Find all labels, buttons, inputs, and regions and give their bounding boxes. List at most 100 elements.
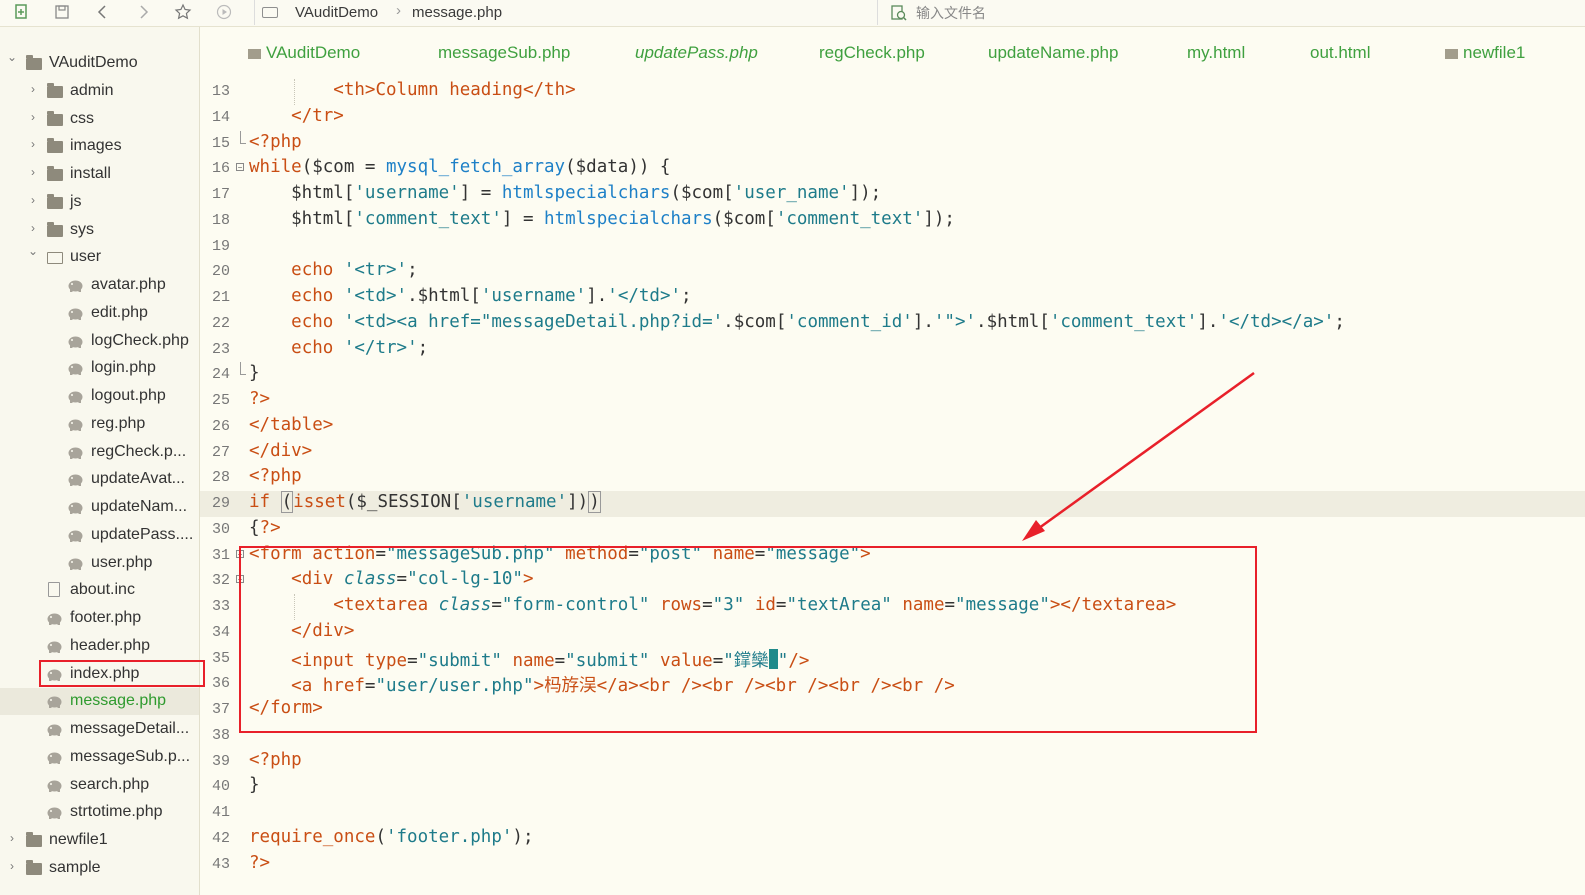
new-file-icon[interactable] [12, 3, 32, 23]
tree-item-label: admin [70, 81, 114, 99]
tree-item-css[interactable]: › css [0, 106, 199, 133]
code-line[interactable]: 17 $html['username'] = htmlspecialchars(… [200, 182, 1585, 208]
code-line[interactable]: 18 $html['comment_text'] = htmlspecialch… [200, 208, 1585, 234]
tree-item-updatenam[interactable]: updateNam... [0, 494, 199, 521]
tree-item-user-php[interactable]: user.php [0, 550, 199, 577]
tree-item-vauditdemo[interactable]: ⌄ VAuditDemo [0, 50, 199, 77]
save-icon[interactable] [52, 3, 72, 23]
code-line[interactable]: 14 </tr> [200, 105, 1585, 131]
code-line[interactable]: 15 <?php [200, 130, 1585, 157]
code-token: </th> [522, 80, 576, 100]
tree-item-strtotime-php[interactable]: strtotime.php [0, 799, 199, 826]
tree-item-updateavat[interactable]: updateAvat... [0, 466, 199, 493]
code-token: ($data)) { [565, 157, 671, 178]
tree-item-footer-php[interactable]: footer.php [0, 605, 199, 632]
code-line[interactable]: 41 [200, 800, 1585, 826]
tree-item-edit-php[interactable]: edit.php [0, 300, 199, 327]
code-line[interactable]: 30 {?> [200, 517, 1585, 543]
chevron-right-icon[interactable]: › [6, 859, 18, 873]
code-line[interactable]: 22 echo '<td><a href="messageDetail.php?… [200, 311, 1585, 337]
code-token: require_once [249, 826, 376, 847]
chevron-right-icon[interactable]: › [27, 82, 39, 96]
tree-item-login-php[interactable]: login.php [0, 355, 199, 382]
tree-item-label: js [70, 192, 82, 210]
chevron-right-icon[interactable]: › [27, 137, 39, 151]
code-line[interactable]: 19 [200, 234, 1585, 260]
code-line[interactable]: 42 require_once('footer.php'); [200, 826, 1585, 852]
code-line[interactable]: 28 <?php [200, 465, 1585, 491]
code-token: ; [417, 337, 429, 358]
tab-newfile1[interactable]: newfile1 [1463, 43, 1525, 63]
code-line[interactable]: 21 echo '<td>'.$html['username'].'</td>'… [200, 285, 1585, 311]
tree-item-message-php[interactable]: message.php [0, 688, 199, 716]
file-search-input[interactable] [914, 2, 1568, 24]
tree-item-logout-php[interactable]: logout.php [0, 383, 199, 410]
fold-toggle-icon[interactable]: − [236, 163, 244, 172]
tree-item-label: messageDetail... [70, 720, 190, 737]
code-line[interactable]: 29 if (isset($_SESSION['username'])) [200, 491, 1585, 517]
tree-item-label: footer.php [70, 609, 142, 626]
tree-item-logcheck-php[interactable]: logCheck.php [0, 328, 199, 355]
tab-vauditdemo[interactable]: VAuditDemo [266, 43, 360, 63]
tree-item-newfile1[interactable]: › newfile1 [0, 827, 199, 854]
chevron-right-icon[interactable]: › [27, 221, 39, 235]
tree-item-install[interactable]: › install [0, 161, 199, 188]
tree-item-search-php[interactable]: search.php [0, 772, 199, 799]
tree-item-messagedetail[interactable]: messageDetail... [0, 716, 199, 743]
chevron-right-icon[interactable]: › [6, 831, 18, 845]
code-line[interactable]: 25 ?> [200, 388, 1585, 414]
folder-icon [47, 110, 63, 126]
tab-updatepass-php[interactable]: updatePass.php [635, 43, 758, 63]
tree-item-label: header.php [70, 636, 151, 654]
tree-item-user[interactable]: ⌄ user [0, 244, 199, 271]
tree-item-reg-php[interactable]: reg.php [0, 411, 199, 438]
code-line[interactable]: 20 echo '<tr>'; [200, 259, 1585, 285]
breadcrumb-file[interactable]: message.php [412, 4, 502, 21]
chevron-right-icon[interactable]: › [27, 165, 39, 179]
code-token: $html[ [249, 208, 355, 229]
top-toolbar: VAuditDemo › message.php [0, 0, 1585, 27]
breadcrumb-project[interactable]: VAuditDemo [295, 4, 378, 21]
star-icon[interactable] [173, 3, 193, 23]
code-line[interactable]: 43 ?> [200, 852, 1585, 878]
tree-item-label: logCheck.php [91, 331, 189, 349]
tree-item-label: about.inc [70, 581, 135, 599]
tab-my-html[interactable]: my.html [1187, 43, 1245, 63]
code-line[interactable]: 40} [200, 774, 1585, 800]
run-icon[interactable] [214, 3, 234, 23]
tree-item-images[interactable]: › images [0, 133, 199, 160]
tree-item-js[interactable]: › js [0, 189, 199, 216]
chevron-right-icon[interactable]: › [27, 193, 39, 207]
tree-item-updatepass[interactable]: updatePass.... [0, 522, 199, 549]
code-line[interactable]: 39 <?php [200, 749, 1585, 775]
back-icon[interactable] [93, 3, 113, 23]
tree-item-sample[interactable]: › sample [0, 855, 199, 882]
chevron-down-icon[interactable]: ⌄ [6, 50, 18, 64]
code-token: mysql_fetch_array [385, 157, 566, 178]
code-line[interactable]: 24} [200, 362, 1585, 388]
tab-messagesub-php[interactable]: messageSub.php [438, 43, 570, 63]
tree-item-messagesub-p[interactable]: messageSub.p... [0, 744, 199, 771]
code-line[interactable]: 23 echo '</tr>'; [200, 337, 1585, 363]
code-token: ]); [923, 208, 955, 229]
chevron-down-icon[interactable]: ⌄ [27, 244, 39, 258]
tree-item-avatar-php[interactable]: avatar.php [0, 272, 199, 299]
tab-regcheck-php[interactable]: regCheck.php [819, 43, 925, 63]
chevron-right-icon[interactable]: › [27, 110, 39, 124]
code-line[interactable]: 13 <th>Column heading</th> [200, 79, 1585, 105]
tree-item-about-inc[interactable]: about.inc [0, 577, 199, 604]
tab-updatename-php[interactable]: updateName.php [988, 43, 1118, 63]
tree-item-sys[interactable]: › sys [0, 217, 199, 244]
editor-tabs: VAuditDemo messageSub.php updatePass.php re… [200, 27, 1585, 79]
code-token: echo [291, 337, 334, 358]
code-line[interactable]: 27 </div> [200, 440, 1585, 466]
code-line[interactable]: 26 </table> [200, 414, 1585, 440]
forward-icon[interactable] [133, 3, 153, 23]
tree-item-admin[interactable]: › admin [0, 78, 199, 105]
tree-item-regcheck-p[interactable]: regCheck.p... [0, 439, 199, 466]
fold-end-marker [240, 362, 246, 376]
code-line[interactable]: 16− while($com = mysql_fetch_array($data)… [200, 156, 1585, 182]
code-editor[interactable]: 13 <th>Column heading</th> 14 </tr> 15 <?ph… [200, 79, 1585, 895]
tab-out-html[interactable]: out.html [1310, 43, 1370, 63]
tree-item-header-php[interactable]: header.php [0, 633, 199, 660]
